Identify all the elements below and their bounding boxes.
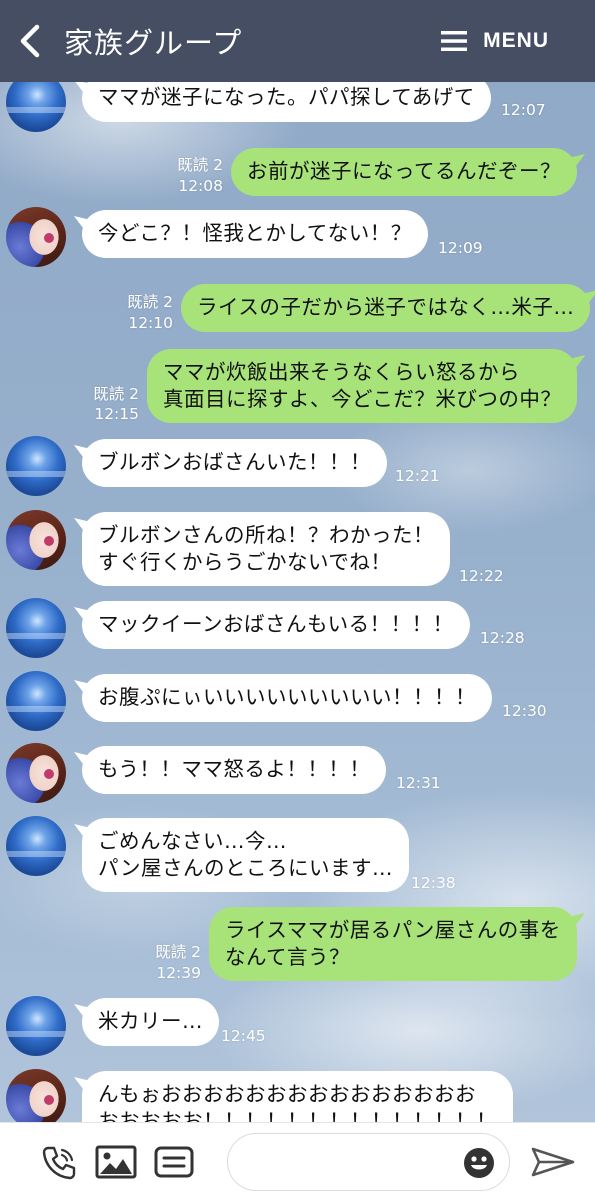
message-time: 12:22 — [459, 567, 504, 585]
send-button[interactable] — [530, 1145, 576, 1183]
avatar[interactable] — [6, 436, 66, 496]
message-time: 12:31 — [396, 774, 441, 792]
avatar[interactable] — [6, 743, 66, 803]
avatar[interactable] — [6, 598, 66, 658]
message-bubble[interactable]: ごめんなさい…今… パン屋さんのところにいます… — [82, 818, 410, 892]
message-time: 12:09 — [438, 239, 483, 257]
call-button[interactable] — [40, 1144, 78, 1186]
avatar[interactable] — [6, 996, 66, 1056]
message-time: 12:10 — [128, 314, 173, 332]
menu-button[interactable]: MENU — [441, 29, 549, 53]
message-bubble[interactable]: ライスの子だから迷子ではなく…米子… — [181, 284, 591, 332]
menu-label: MENU — [483, 29, 549, 52]
phone-icon — [42, 1146, 76, 1180]
hamburger-icon — [441, 31, 468, 51]
chat-header: 家族グループ MENU — [0, 0, 595, 82]
message-time: 12:38 — [411, 874, 456, 892]
message-time: 12:08 — [178, 177, 223, 195]
message-time: 12:21 — [395, 467, 440, 485]
image-icon — [95, 1145, 137, 1179]
avatar[interactable] — [6, 510, 66, 570]
message-time: 12:45 — [221, 1027, 266, 1045]
card-icon — [154, 1146, 194, 1178]
message-bubble[interactable]: 米カリー… — [82, 998, 219, 1046]
message-bubble[interactable]: お前が迷子になってるんだぞー？ — [231, 148, 577, 196]
smiley-icon — [464, 1148, 494, 1178]
message-time: 12:28 — [480, 629, 525, 647]
message-bubble[interactable]: 今どこ？！怪我とかしてない！？ — [82, 210, 428, 258]
message-bubble[interactable]: ママが炊飯出来そうなくらい怒るから 真面目に探すよ、今どこだ？米びつの中？ — [147, 349, 578, 423]
read-receipt: 既読 2 — [93, 385, 139, 403]
read-receipt: 既読 2 — [155, 943, 201, 961]
avatar[interactable] — [6, 816, 66, 876]
back-button[interactable] — [0, 0, 60, 82]
message-time: 12:07 — [501, 101, 546, 119]
image-button[interactable] — [95, 1145, 137, 1183]
message-bubble[interactable]: ブルボンおばさんいた！！！ — [82, 439, 387, 487]
message-time: 12:39 — [156, 964, 201, 982]
read-receipt: 既読 2 — [177, 156, 223, 174]
input-bar — [0, 1122, 595, 1200]
message-bubble[interactable]: もう！！ママ怒るよ！！！！ — [82, 746, 387, 794]
sticker-button[interactable] — [154, 1146, 194, 1182]
chevron-left-icon — [20, 24, 40, 58]
avatar[interactable] — [6, 671, 66, 731]
message-bubble[interactable]: マックイーンおばさんもいる！！！！ — [82, 601, 470, 649]
avatar[interactable] — [6, 207, 66, 267]
message-bubble[interactable]: お腹ぷにぃいいいいいいいいい！！！！ — [82, 674, 492, 722]
message-time: 12:30 — [502, 702, 547, 720]
message-time: 12:15 — [94, 405, 139, 423]
emoji-button[interactable] — [463, 1147, 495, 1183]
message-bubble[interactable]: ブルボンさんの所ね！？わかった！ すぐ行くからうごかないでね！ — [82, 512, 450, 586]
chat-title: 家族グループ — [64, 26, 243, 60]
read-receipt: 既読 2 — [127, 293, 173, 311]
message-bubble[interactable]: ライスママが居るパン屋さんの事を なんて言う？ — [209, 907, 577, 981]
avatar[interactable] — [6, 1069, 66, 1129]
paper-plane-icon — [531, 1147, 575, 1177]
